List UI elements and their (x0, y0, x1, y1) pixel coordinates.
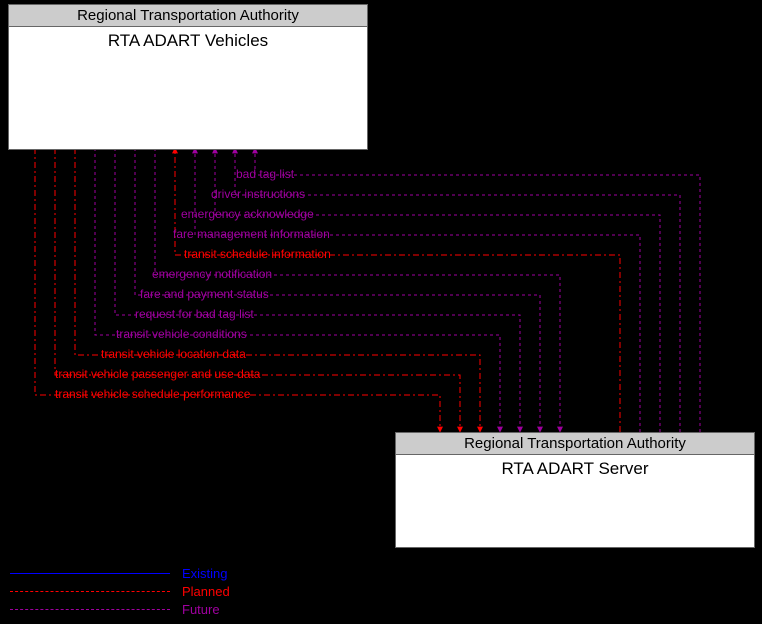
legend-line-existing (10, 573, 170, 574)
flow-emergency-notification[interactable]: emergency notification (152, 267, 272, 281)
entity-vehicles-title: RTA ADART Vehicles (9, 27, 367, 53)
legend-future: Future (10, 600, 230, 618)
flow-driver-instructions[interactable]: driver instructions (211, 187, 305, 201)
legend-label-future: Future (182, 602, 220, 617)
flow-emergency-acknowledge[interactable]: emergency acknowledge (181, 207, 314, 221)
entity-server[interactable]: Regional Transportation Authority RTA AD… (395, 432, 755, 548)
flow-transit-vehicle-cond[interactable]: transit vehicle conditions (116, 327, 247, 341)
flow-transit-sched-perf[interactable]: transit vehicle schedule performance (55, 387, 250, 401)
flow-request-bad-tag-list[interactable]: request for bad tag list (135, 307, 254, 321)
legend-label-existing: Existing (182, 566, 228, 581)
entity-vehicles-header: Regional Transportation Authority (9, 5, 367, 27)
legend-line-future (10, 609, 170, 610)
entity-server-title: RTA ADART Server (396, 455, 754, 481)
flow-transit-schedule-info[interactable]: transit schedule information (184, 247, 331, 261)
legend: Existing Planned Future (10, 564, 230, 618)
flow-fare-payment-status[interactable]: fare and payment status (140, 287, 269, 301)
flow-transit-pax-use-data[interactable]: transit vehicle passenger and use data (55, 367, 260, 381)
entity-vehicles[interactable]: Regional Transportation Authority RTA AD… (8, 4, 368, 150)
legend-existing: Existing (10, 564, 230, 582)
flow-transit-vehicle-loc[interactable]: transit vehicle location data (101, 347, 246, 361)
flow-bad-tag-list[interactable]: bad tag list (236, 167, 294, 181)
legend-line-planned (10, 591, 170, 592)
legend-planned: Planned (10, 582, 230, 600)
entity-server-header: Regional Transportation Authority (396, 433, 754, 455)
legend-label-planned: Planned (182, 584, 230, 599)
flow-fare-mgmt-info[interactable]: fare management information (173, 227, 330, 241)
